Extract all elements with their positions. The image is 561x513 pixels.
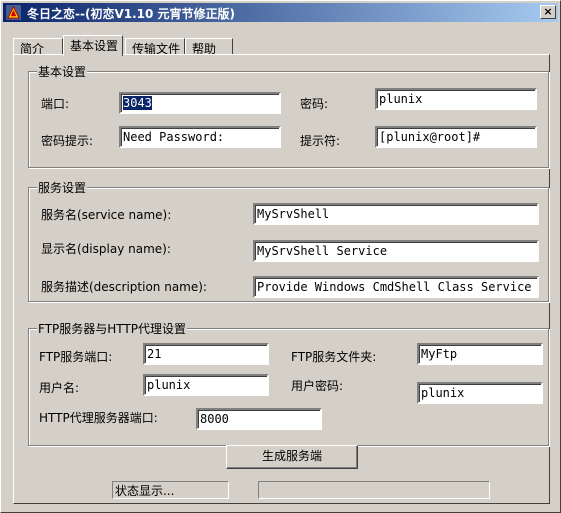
prompt-label: 提示符: [300, 134, 341, 148]
tab-panel: 基本设置 端口: 3043 密码: plunix 密码提示: Need Pass… [13, 54, 550, 504]
generate-server-button[interactable]: 生成服务端 [226, 445, 358, 469]
basic-settings-group: 基本设置 端口: 3043 密码: plunix 密码提示: Need Pass… [28, 63, 549, 168]
window-title: 冬日之恋--(初恋V1.10 元宵节修正版) [27, 7, 236, 21]
app-icon [6, 5, 21, 20]
main-window: 冬日之恋--(初恋V1.10 元宵节修正版) × 简介 基本设置 传输文件 帮助… [0, 0, 561, 513]
ftp-port-input[interactable]: 21 [143, 343, 269, 365]
service-name-label: 服务名(service name): [41, 208, 172, 222]
port-value: 3043 [123, 96, 152, 110]
display-name-input[interactable]: MySrvShell Service [253, 240, 539, 262]
status-info [258, 481, 490, 499]
ftp-user-label: 用户名: [39, 381, 80, 395]
ftp-userpass-input[interactable]: plunix [417, 382, 543, 404]
display-name-label: 显示名(display name): [41, 242, 171, 256]
prompt-input[interactable]: [plunix@root]# [375, 126, 537, 148]
description-label: 服务描述(description name): [41, 280, 207, 294]
password-hint-input[interactable]: Need Password: [119, 126, 281, 148]
tab-intro[interactable]: 简介 [13, 38, 63, 56]
ftp-user-input[interactable]: plunix [143, 374, 269, 396]
service-settings-group: 服务设置 服务名(service name): MySrvShell 显示名(d… [28, 179, 549, 302]
close-button[interactable]: × [540, 5, 556, 19]
port-input[interactable]: 3043 [119, 92, 281, 114]
basic-settings-title: 基本设置 [37, 63, 88, 80]
title-bar: 冬日之恋--(初恋V1.10 元宵节修正版) × [3, 3, 558, 22]
ftp-port-label: FTP服务端口: [39, 350, 113, 364]
port-label: 端口: [41, 97, 70, 111]
tab-basic-settings[interactable]: 基本设置 [63, 35, 123, 56]
http-proxy-port-label: HTTP代理服务器端口: [39, 411, 158, 425]
password-hint-label: 密码提示: [41, 134, 94, 148]
service-settings-title: 服务设置 [37, 179, 88, 196]
password-input[interactable]: plunix [375, 88, 537, 110]
tab-help[interactable]: 帮助 [185, 38, 233, 56]
service-name-input[interactable]: MySrvShell [253, 203, 539, 225]
ftp-http-group: FTP服务器与HTTP代理设置 FTP服务端口: 21 FTP服务文件夹: My… [28, 320, 549, 446]
password-label: 密码: [300, 97, 329, 111]
tab-transfer-files[interactable]: 传输文件 [125, 38, 185, 56]
ftp-folder-label: FTP服务文件夹: [291, 350, 377, 364]
http-proxy-port-input[interactable]: 8000 [196, 408, 322, 430]
ftp-folder-input[interactable]: MyFtp [417, 343, 543, 365]
ftp-userpass-label: 用户密码: [291, 379, 344, 393]
description-input[interactable]: Provide Windows CmdShell Class Service [253, 276, 539, 298]
status-display: 状态显示... [112, 481, 229, 499]
ftp-http-title: FTP服务器与HTTP代理设置 [37, 320, 187, 337]
